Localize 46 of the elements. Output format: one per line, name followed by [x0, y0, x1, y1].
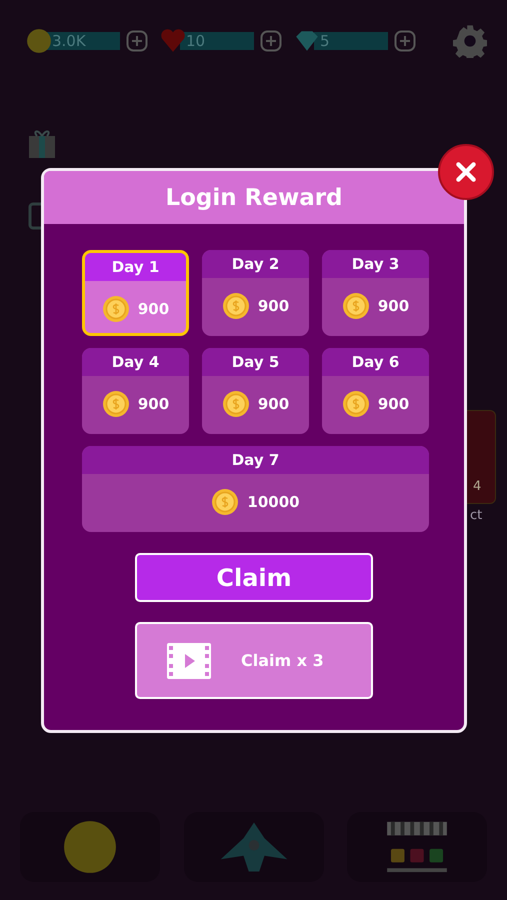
- offer-label: ct: [470, 508, 482, 523]
- coin-icon: [222, 390, 250, 418]
- spaceship-icon: [218, 820, 288, 874]
- nav-tab[interactable]: [347, 812, 487, 882]
- claim-button[interactable]: Claim: [135, 553, 373, 602]
- day-card[interactable]: Day 4 900: [82, 348, 189, 434]
- reward-amount: 900: [138, 395, 170, 413]
- reward-amount: 900: [138, 300, 170, 318]
- day-card[interactable]: Day 2 900: [202, 250, 309, 336]
- video-icon: [167, 642, 211, 678]
- dialog-title: Login Reward: [165, 184, 343, 210]
- day-label: Day 1: [112, 258, 160, 276]
- add-icon[interactable]: [126, 30, 148, 52]
- day-card[interactable]: Day 1 900: [82, 250, 189, 336]
- offer-count: 4: [473, 479, 482, 494]
- day-label: Day 3: [352, 255, 400, 273]
- day-card[interactable]: Day 3 900: [322, 250, 429, 336]
- reward-amount: 900: [258, 297, 290, 315]
- coin-icon: [26, 28, 52, 54]
- coin-icon: [102, 295, 130, 323]
- heart-icon: [160, 28, 186, 54]
- add-icon[interactable]: [260, 30, 282, 52]
- day-label: Day 7: [232, 451, 280, 469]
- currency-amount: 5: [314, 32, 388, 50]
- coin-icon: [342, 390, 370, 418]
- settings-icon[interactable]: [453, 24, 487, 58]
- nav-tab[interactable]: [184, 812, 324, 882]
- currency-amount: 10: [180, 32, 254, 50]
- currency-amount: 3.0K: [46, 32, 120, 50]
- day-card[interactable]: Day 6 900: [322, 348, 429, 434]
- nav-tab[interactable]: [20, 812, 160, 882]
- day-card[interactable]: Day 7 10000: [82, 446, 429, 532]
- coin-icon: [222, 292, 250, 320]
- day-label: Day 2: [232, 255, 280, 273]
- day-label: Day 6: [352, 353, 400, 371]
- reward-amount: 10000: [247, 493, 300, 511]
- day-label: Day 5: [232, 353, 280, 371]
- add-icon[interactable]: [394, 30, 416, 52]
- reward-amount: 900: [258, 395, 290, 413]
- reward-amount: 900: [378, 395, 410, 413]
- coin-icon: [211, 488, 240, 516]
- day-card[interactable]: Day 5 900: [202, 348, 309, 434]
- coin-icon: [342, 292, 370, 320]
- reward-amount: 900: [378, 297, 410, 315]
- coin-icon: [102, 390, 130, 418]
- day-label: Day 4: [112, 353, 160, 371]
